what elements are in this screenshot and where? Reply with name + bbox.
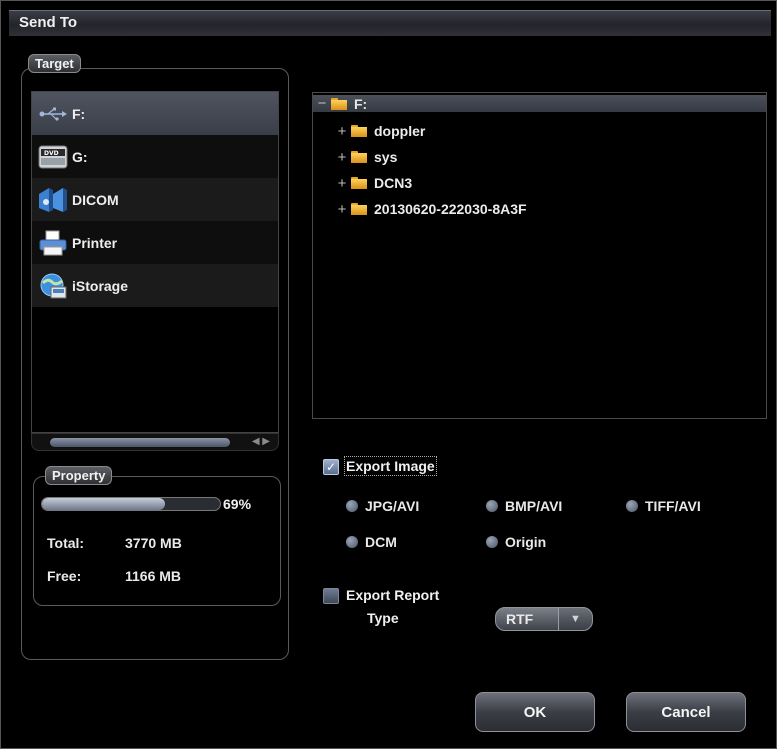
free-value: 1166 MB	[125, 568, 182, 584]
target-item-label: DICOM	[72, 191, 119, 208]
collapse-icon[interactable]: −	[315, 95, 329, 112]
target-item-label: iStorage	[72, 277, 129, 294]
svg-text:DVD: DVD	[44, 150, 59, 157]
total-value: 3770 MB	[125, 535, 182, 551]
cancel-button[interactable]: Cancel	[626, 692, 746, 732]
report-type-select[interactable]: RTF ▼	[495, 607, 593, 631]
ok-button[interactable]: OK	[475, 692, 595, 732]
radio-dot-icon	[346, 500, 358, 512]
dicom-network-icon	[36, 185, 70, 215]
printer-icon	[36, 228, 70, 258]
radio-label: BMP/AVI	[505, 498, 563, 514]
target-item-label: G:	[72, 148, 88, 165]
tree-node-20130620[interactable]: + 20130620-222030-8A3F	[335, 199, 527, 219]
target-item-printer[interactable]: Printer	[32, 221, 278, 264]
folder-tree[interactable]: − F: + doppler + sys + DCN3 + 20130620-2…	[312, 92, 767, 419]
dvd-drive-icon: DVD	[36, 142, 70, 172]
free-label: Free:	[47, 568, 82, 584]
folder-open-icon	[331, 97, 347, 110]
disk-usage-bar	[41, 497, 221, 511]
radio-label: TIFF/AVI	[645, 498, 701, 514]
radio-dot-icon	[346, 536, 358, 548]
radio-label: Origin	[505, 534, 547, 550]
type-label: Type	[367, 610, 399, 626]
globe-storage-icon	[36, 271, 70, 301]
export-image-label[interactable]: Export Image	[344, 456, 437, 476]
send-to-dialog: Send To Target F: DVD G: DICOM Printer i…	[0, 0, 777, 749]
expand-icon[interactable]: +	[335, 123, 349, 140]
dialog-body: Target F: DVD G: DICOM Printer iStorage …	[9, 36, 771, 742]
radio-label: JPG/AVI	[365, 498, 420, 514]
target-item-dicom[interactable]: DICOM	[32, 178, 278, 221]
target-item-label: F:	[72, 105, 86, 122]
target-list-scrollbar[interactable]: ◀ ▶	[31, 433, 279, 451]
tree-root-f[interactable]: − F:	[313, 95, 766, 112]
disk-usage-fill	[42, 498, 165, 510]
property-legend: Property	[45, 466, 113, 485]
scroll-arrows-icon[interactable]: ◀ ▶	[252, 436, 270, 447]
tree-node-dcn3[interactable]: + DCN3	[335, 173, 413, 193]
target-legend: Target	[28, 54, 81, 73]
title-bar: Send To	[9, 10, 771, 36]
scrollbar-thumb[interactable]	[50, 438, 230, 447]
expand-icon[interactable]: +	[335, 149, 349, 166]
folder-icon	[351, 203, 367, 215]
expand-icon[interactable]: +	[335, 201, 349, 218]
export-image-checkbox[interactable]: ✓	[323, 459, 339, 475]
radio-tiff-avi[interactable]: TIFF/AVI	[626, 498, 701, 514]
tree-node-label: doppler	[374, 123, 426, 139]
radio-bmp-avi[interactable]: BMP/AVI	[486, 498, 562, 514]
tree-node-label: 20130620-222030-8A3F	[374, 201, 527, 217]
tree-root-label: F:	[354, 95, 368, 112]
target-item-label: Printer	[72, 234, 118, 251]
tree-node-label: DCN3	[374, 175, 413, 191]
export-report-checkbox[interactable]	[323, 588, 339, 604]
export-report-label[interactable]: Export Report	[346, 587, 439, 603]
target-item-f[interactable]: F:	[32, 92, 278, 135]
folder-icon	[351, 125, 367, 137]
target-list[interactable]: F: DVD G: DICOM Printer iStorage	[31, 91, 279, 433]
folder-icon	[351, 177, 367, 189]
radio-dot-icon	[486, 500, 498, 512]
radio-origin[interactable]: Origin	[486, 534, 546, 550]
tree-node-sys[interactable]: + sys	[335, 147, 398, 167]
radio-dcm[interactable]: DCM	[346, 534, 397, 550]
dialog-title: Send To	[19, 14, 78, 31]
total-label: Total:	[47, 535, 85, 551]
usb-icon	[36, 99, 70, 129]
dropdown-arrow-icon[interactable]: ▼	[558, 608, 592, 630]
radio-dot-icon	[626, 500, 638, 512]
tree-node-doppler[interactable]: + doppler	[335, 121, 426, 141]
folder-icon	[351, 151, 367, 163]
disk-usage-percent: 69%	[223, 496, 252, 512]
radio-dot-icon	[486, 536, 498, 548]
radio-jpg-avi[interactable]: JPG/AVI	[346, 498, 419, 514]
target-item-g[interactable]: DVD G:	[32, 135, 278, 178]
tree-node-label: sys	[374, 149, 398, 165]
report-type-value: RTF	[506, 611, 534, 627]
radio-label: DCM	[365, 534, 397, 550]
expand-icon[interactable]: +	[335, 175, 349, 192]
target-item-istorage[interactable]: iStorage	[32, 264, 278, 307]
